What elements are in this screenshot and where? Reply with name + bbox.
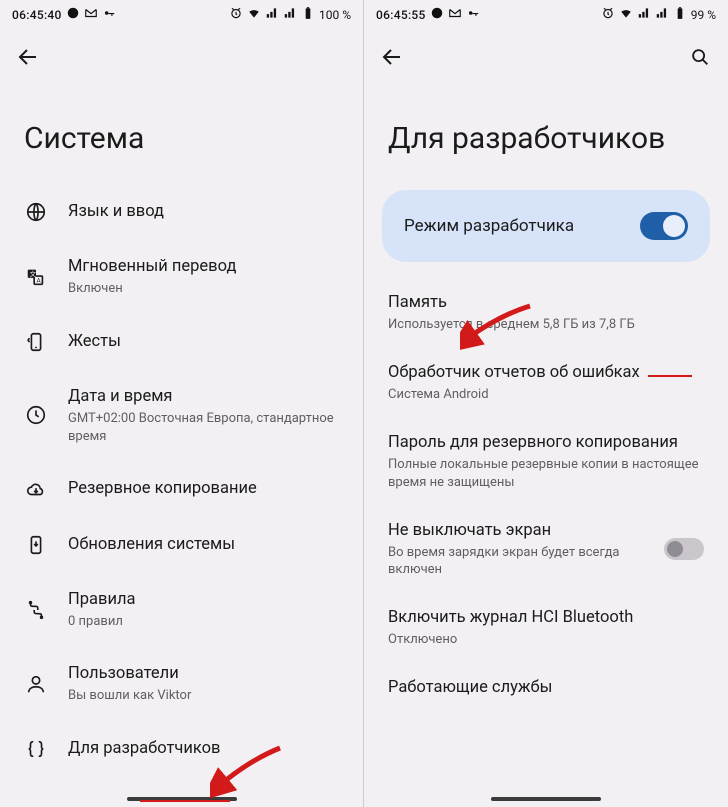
- item-title: Правила: [68, 589, 339, 611]
- settings-item-2[interactable]: Жесты: [0, 314, 363, 370]
- messenger-icon: [430, 6, 444, 23]
- globe-icon: [24, 200, 48, 224]
- item-title: Обработчик отчетов об ошибках: [388, 362, 704, 383]
- settings-item-5[interactable]: Обновления системы: [0, 517, 363, 573]
- settings-item-6[interactable]: Правила 0 правил: [0, 573, 363, 647]
- braces-icon: [24, 737, 48, 761]
- item-subtitle: Система Android: [388, 386, 704, 404]
- developer-mode-label: Режим разработчика: [404, 216, 574, 236]
- item-subtitle: Вы вошли как Viktor: [68, 687, 339, 705]
- item-title: Для разработчиков: [68, 738, 339, 760]
- item-title: Память: [388, 292, 704, 313]
- status-clock: 06:45:55: [376, 8, 426, 22]
- settings-item-4[interactable]: Резервное копирование: [0, 461, 363, 517]
- messenger-icon: [66, 6, 80, 23]
- settings-item-7[interactable]: Пользователи Вы вошли как Viktor: [0, 647, 363, 721]
- settings-list: Язык и ввод 文A Мгновенный перевод Включе…: [0, 184, 363, 777]
- svg-text:文: 文: [30, 269, 37, 278]
- item-subtitle: Используется в среднем 5,8 ГБ из 7,8 ГБ: [388, 316, 704, 334]
- back-button[interactable]: [380, 45, 404, 69]
- settings-item-1[interactable]: 文A Мгновенный перевод Включен: [0, 240, 363, 314]
- item-title: Дата и время: [68, 386, 339, 408]
- dev-item-2[interactable]: Пароль для резервного копирования Полные…: [364, 418, 728, 506]
- dev-item-5[interactable]: Работающие службы: [364, 663, 728, 712]
- item-title: Мгновенный перевод: [68, 256, 339, 278]
- signal-icon-2: [283, 6, 297, 23]
- settings-item-8[interactable]: Для разработчиков: [0, 721, 363, 777]
- app-bar: [364, 25, 728, 77]
- annotation-underline: [648, 375, 692, 377]
- settings-item-3[interactable]: Дата и время GMT+02:00 Восточная Европа,…: [0, 370, 363, 461]
- item-subtitle: 0 правил: [68, 613, 339, 631]
- gesture-icon: [24, 330, 48, 354]
- battery-percent: 100 %: [319, 8, 351, 22]
- status-bar: 06:45:40 100 %: [0, 0, 363, 25]
- wifi-icon: [619, 6, 633, 23]
- status-bar: 06:45:55 99 %: [364, 0, 728, 25]
- item-title: Не выключать экран: [388, 520, 652, 541]
- back-button[interactable]: [16, 45, 40, 69]
- signal-icon: [637, 6, 651, 23]
- key-icon: [466, 6, 480, 23]
- screen-system: 06:45:40 100 % Система Язык и ввод 文A: [0, 0, 364, 807]
- developer-mode-switch[interactable]: [640, 212, 688, 240]
- dev-item-4[interactable]: Включить журнал HCI Bluetooth Отключено: [364, 593, 728, 663]
- item-subtitle: Полные локальные резервные копии в насто…: [388, 456, 704, 491]
- signal-icon: [265, 6, 279, 23]
- developer-list: Память Используется в среднем 5,8 ГБ из …: [364, 278, 728, 712]
- developer-mode-card[interactable]: Режим разработчика: [382, 190, 710, 262]
- dev-item-0[interactable]: Память Используется в среднем 5,8 ГБ из …: [364, 278, 728, 348]
- screen-developer-options: 06:45:55 99 % Для разработчиков Режим ра…: [364, 0, 728, 807]
- battery-percent: 99 %: [691, 8, 716, 22]
- item-title: Обновления системы: [68, 534, 339, 556]
- signal-icon-2: [655, 6, 669, 23]
- gmail-icon: [448, 6, 462, 23]
- app-bar: [0, 25, 363, 77]
- status-clock: 06:45:40: [12, 8, 62, 22]
- item-title: Включить журнал HCI Bluetooth: [388, 607, 704, 628]
- item-switch[interactable]: [664, 538, 704, 560]
- search-button[interactable]: [688, 45, 712, 69]
- item-title: Пользователи: [68, 663, 339, 685]
- nav-handle[interactable]: [491, 797, 601, 801]
- settings-item-0[interactable]: Язык и ввод: [0, 184, 363, 240]
- page-title: Для разработчиков: [364, 77, 728, 180]
- translate-icon: 文A: [24, 265, 48, 289]
- alarm-icon: [229, 6, 243, 23]
- dev-item-1[interactable]: Обработчик отчетов об ошибках Система An…: [364, 348, 728, 418]
- item-subtitle: GMT+02:00 Восточная Европа, стандартное …: [68, 410, 339, 445]
- dev-item-3[interactable]: Не выключать экран Во время зарядки экра…: [364, 506, 728, 594]
- item-title: Работающие службы: [388, 677, 704, 698]
- gmail-icon: [84, 6, 98, 23]
- users-icon: [24, 672, 48, 696]
- clock-icon: [24, 403, 48, 427]
- item-subtitle: Во время зарядки экран будет всегда вклю…: [388, 544, 652, 579]
- item-subtitle: Отключено: [388, 631, 704, 649]
- page-title: Система: [0, 77, 363, 184]
- battery-icon: [301, 6, 315, 23]
- battery-icon: [673, 6, 687, 23]
- key-icon: [102, 6, 116, 23]
- alarm-icon: [601, 6, 615, 23]
- rules-icon: [24, 598, 48, 622]
- update-icon: [24, 533, 48, 557]
- item-title: Резервное копирование: [68, 478, 339, 500]
- item-subtitle: Включен: [68, 280, 339, 298]
- item-title: Пароль для резервного копирования: [388, 432, 704, 453]
- item-title: Язык и ввод: [68, 201, 339, 223]
- item-title: Жесты: [68, 331, 339, 353]
- cloud-icon: [24, 477, 48, 501]
- wifi-icon: [247, 6, 261, 23]
- annotation-underline: [140, 800, 230, 802]
